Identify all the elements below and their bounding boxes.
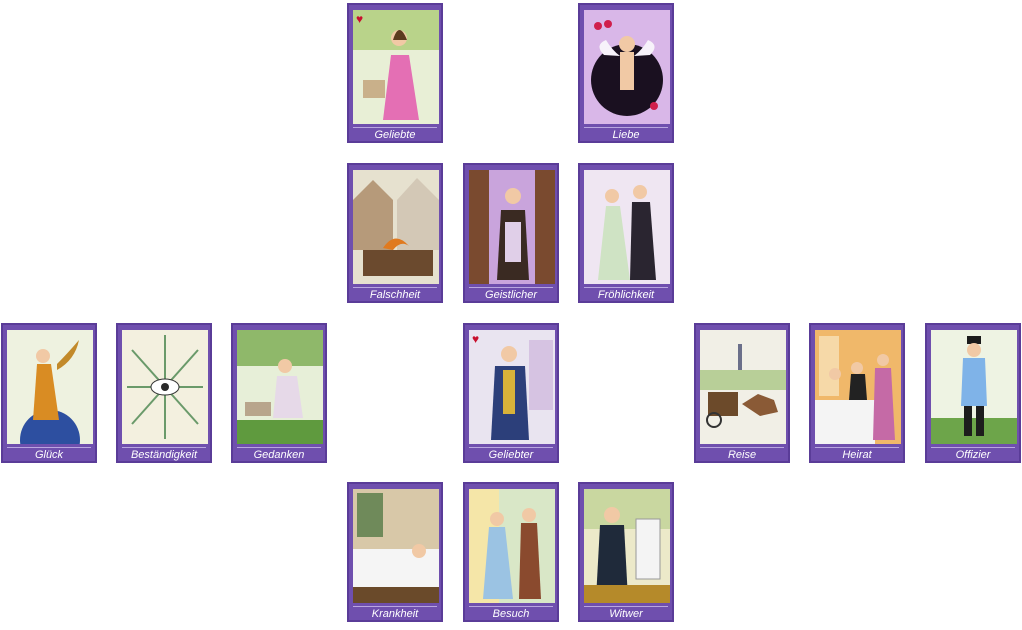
card-gedanken[interactable]: Gedanken xyxy=(231,323,327,463)
card-witwer[interactable]: Witwer xyxy=(578,482,674,622)
card-glueck[interactable]: Glück xyxy=(1,323,97,463)
card-label: Geistlicher xyxy=(469,287,553,303)
card-gedanken-illustration xyxy=(237,330,323,444)
card-liebe[interactable]: Liebe xyxy=(578,3,674,143)
card-besuch-illustration xyxy=(469,489,555,603)
card-krankheit[interactable]: Krankheit xyxy=(347,482,443,622)
card-geistlicher-illustration xyxy=(469,170,555,284)
card-offizier-illustration xyxy=(931,330,1017,444)
heart-icon: ♥ xyxy=(472,332,480,346)
card-label: Krankheit xyxy=(353,606,437,622)
card-geistlicher[interactable]: Geistlicher xyxy=(463,163,559,303)
card-geliebter-illustration: ♥ xyxy=(469,330,555,444)
card-geliebte-illustration: ♥ xyxy=(353,10,439,124)
card-label: Offizier xyxy=(931,447,1015,463)
card-froehlichkeit[interactable]: Fröhlichkeit xyxy=(578,163,674,303)
heart-icon: ♥ xyxy=(356,12,364,26)
card-reise[interactable]: Reise xyxy=(694,323,790,463)
card-heirat[interactable]: Heirat xyxy=(809,323,905,463)
card-liebe-illustration xyxy=(584,10,670,124)
card-label: Geliebte xyxy=(353,127,437,143)
card-label: Reise xyxy=(700,447,784,463)
card-froehlichkeit-illustration xyxy=(584,170,670,284)
card-label: Gedanken xyxy=(237,447,321,463)
card-bestaendigkeit[interactable]: Beständigkeit xyxy=(116,323,212,463)
card-geliebte[interactable]: ♥ Geliebte xyxy=(347,3,443,143)
card-glueck-illustration xyxy=(7,330,93,444)
card-geliebter[interactable]: ♥ Geliebter xyxy=(463,323,559,463)
card-besuch[interactable]: Besuch xyxy=(463,482,559,622)
card-bestaendigkeit-illustration xyxy=(122,330,208,444)
card-label: Witwer xyxy=(584,606,668,622)
card-heirat-illustration xyxy=(815,330,901,444)
card-witwer-illustration xyxy=(584,489,670,603)
card-falschheit[interactable]: Falschheit xyxy=(347,163,443,303)
card-label: Fröhlichkeit xyxy=(584,287,668,303)
card-label: Beständigkeit xyxy=(122,447,206,463)
card-reise-illustration xyxy=(700,330,786,444)
card-label: Heirat xyxy=(815,447,899,463)
card-label: Falschheit xyxy=(353,287,437,303)
card-label: Glück xyxy=(7,447,91,463)
card-label: Besuch xyxy=(469,606,553,622)
card-krankheit-illustration xyxy=(353,489,439,603)
card-falschheit-illustration xyxy=(353,170,439,284)
card-label: Geliebter xyxy=(469,447,553,463)
card-offizier[interactable]: Offizier xyxy=(925,323,1021,463)
card-label: Liebe xyxy=(584,127,668,143)
